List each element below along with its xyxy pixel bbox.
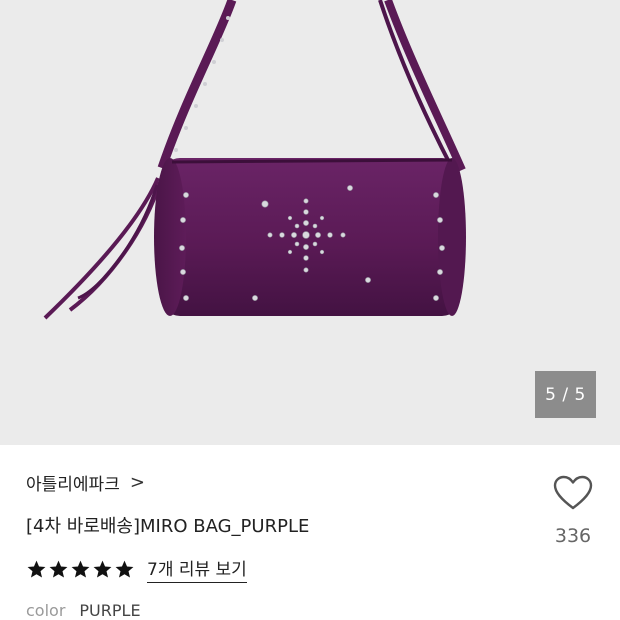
star-icon [27, 560, 46, 578]
brand-name: 아틀리에파크 [26, 475, 120, 495]
chevron-right-icon: > [129, 472, 145, 493]
product-info-panel: 아틀리에파크 > [4차 바로배송]MIRO BAG_PURPLE 7개 리뷰 … [0, 445, 620, 620]
star-icon [115, 560, 134, 578]
option-label: color [26, 601, 66, 620]
like-count: 336 [554, 525, 592, 547]
review-link[interactable]: 7개 리뷰 보기 [147, 555, 247, 583]
image-counter: 5 / 5 [535, 371, 596, 418]
star-icon [71, 560, 90, 578]
star-icon [93, 560, 112, 578]
product-image-gallery[interactable]: 5 / 5 [0, 0, 620, 445]
brand-link[interactable]: 아틀리에파크 > [26, 470, 145, 495]
star-rating [26, 559, 135, 580]
product-title: [4차 바로배송]MIRO BAG_PURPLE [26, 516, 310, 537]
product-photo-bag [43, 0, 466, 320]
like-button[interactable]: 336 [548, 475, 598, 547]
option-row: color PURPLE [26, 601, 141, 620]
star-icon [49, 560, 68, 578]
heart-outline-icon [553, 475, 593, 510]
option-value: PURPLE [79, 601, 141, 620]
rating-row: 7개 리뷰 보기 [26, 555, 247, 583]
